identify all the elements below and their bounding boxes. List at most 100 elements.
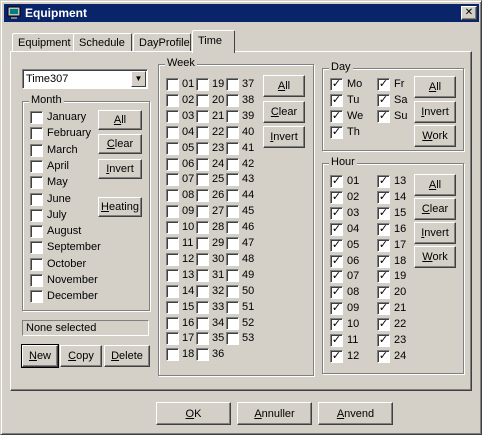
week-checkbox-40[interactable] (226, 125, 239, 139)
month-checkbox-october[interactable] (30, 257, 43, 271)
week-checkbox-17[interactable] (166, 332, 179, 346)
week-checkbox-34[interactable] (196, 316, 209, 330)
week-checkbox-48[interactable] (226, 252, 239, 266)
hour-checkbox-20[interactable]: ✓ (377, 286, 390, 300)
week-checkbox-22[interactable] (196, 125, 209, 139)
week-checkbox-38[interactable] (226, 93, 239, 107)
month-checkbox-august[interactable] (30, 225, 43, 239)
week-checkbox-13[interactable] (166, 268, 179, 282)
day-all-button[interactable]: All (414, 76, 456, 98)
week-checkbox-18[interactable] (166, 348, 179, 362)
week-checkbox-08[interactable] (166, 189, 179, 203)
hour-checkbox-08[interactable]: ✓ (330, 286, 343, 300)
hour-checkbox-07[interactable]: ✓ (330, 270, 343, 284)
tab-dayprofile[interactable]: DayProfile (133, 33, 191, 53)
week-checkbox-02[interactable] (166, 93, 179, 107)
day-checkbox-th[interactable]: ✓ (330, 126, 343, 139)
hour-checkbox-17[interactable]: ✓ (377, 238, 390, 252)
week-checkbox-28[interactable] (196, 221, 209, 235)
week-checkbox-46[interactable] (226, 221, 239, 235)
week-checkbox-53[interactable] (226, 332, 239, 346)
week-checkbox-51[interactable] (226, 300, 239, 314)
tab-schedule[interactable]: Schedule (73, 33, 132, 53)
month-checkbox-january[interactable] (30, 111, 43, 124)
tab-equipment[interactable]: Equipment (12, 33, 75, 53)
month-checkbox-april[interactable] (30, 159, 43, 173)
week-checkbox-50[interactable] (226, 284, 239, 298)
week-checkbox-11[interactable] (166, 237, 179, 250)
hour-checkbox-05[interactable]: ✓ (330, 238, 343, 252)
week-checkbox-16[interactable] (166, 316, 179, 330)
ok-button[interactable]: OK (156, 402, 231, 425)
day-checkbox-su[interactable]: ✓ (377, 110, 390, 123)
hour-checkbox-02[interactable]: ✓ (330, 190, 343, 204)
month-clear-button[interactable]: Clear (98, 134, 142, 154)
week-checkbox-33[interactable] (196, 300, 209, 314)
hour-checkbox-18[interactable]: ✓ (377, 254, 390, 268)
day-checkbox-tu[interactable]: ✓ (330, 94, 343, 107)
hour-checkbox-01[interactable]: ✓ (330, 175, 343, 188)
week-checkbox-26[interactable] (196, 189, 209, 203)
month-checkbox-december[interactable] (30, 290, 43, 304)
week-checkbox-06[interactable] (166, 157, 179, 171)
week-checkbox-20[interactable] (196, 93, 209, 107)
week-checkbox-41[interactable] (226, 141, 239, 155)
day-checkbox-mo[interactable]: ✓ (330, 78, 343, 91)
month-all-button[interactable]: All (98, 110, 142, 130)
month-heating-button[interactable]: Heating (98, 197, 142, 217)
hour-all-button[interactable]: All (414, 174, 456, 196)
time-select[interactable]: Time307 ▼ (22, 69, 148, 89)
cancel-button[interactable]: Annuller (237, 402, 312, 425)
hour-checkbox-13[interactable]: ✓ (377, 175, 390, 188)
week-checkbox-15[interactable] (166, 300, 179, 314)
week-checkbox-27[interactable] (196, 205, 209, 219)
hour-work-button[interactable]: Work (414, 246, 456, 268)
week-invert-button[interactable]: Invert (263, 126, 305, 148)
month-checkbox-november[interactable] (30, 274, 43, 287)
day-checkbox-fr[interactable]: ✓ (377, 78, 390, 91)
hour-checkbox-16[interactable]: ✓ (377, 222, 390, 236)
week-checkbox-52[interactable] (226, 316, 239, 330)
day-work-button[interactable]: Work (414, 125, 456, 147)
hour-checkbox-10[interactable]: ✓ (330, 318, 343, 332)
month-checkbox-march[interactable] (30, 143, 43, 157)
week-checkbox-21[interactable] (196, 109, 209, 123)
week-checkbox-30[interactable] (196, 252, 209, 266)
week-checkbox-09[interactable] (166, 205, 179, 219)
week-checkbox-44[interactable] (226, 189, 239, 203)
week-checkbox-32[interactable] (196, 284, 209, 298)
day-checkbox-sa[interactable]: ✓ (377, 94, 390, 107)
hour-checkbox-21[interactable]: ✓ (377, 302, 390, 316)
copy-button[interactable]: Copy (60, 345, 102, 367)
hour-checkbox-24[interactable]: ✓ (377, 349, 390, 363)
hour-checkbox-09[interactable]: ✓ (330, 302, 343, 316)
hour-checkbox-14[interactable]: ✓ (377, 190, 390, 204)
week-checkbox-01[interactable] (166, 78, 179, 91)
week-checkbox-45[interactable] (226, 205, 239, 219)
hour-clear-button[interactable]: Clear (414, 198, 456, 220)
week-checkbox-36[interactable] (196, 348, 209, 362)
week-checkbox-24[interactable] (196, 157, 209, 171)
title-bar[interactable]: Equipment ✕ (4, 4, 479, 22)
week-checkbox-12[interactable] (166, 252, 179, 266)
hour-checkbox-22[interactable]: ✓ (377, 318, 390, 332)
close-button[interactable]: ✕ (461, 6, 477, 20)
hour-checkbox-04[interactable]: ✓ (330, 222, 343, 236)
apply-button[interactable]: Anvend (318, 402, 393, 425)
week-checkbox-23[interactable] (196, 141, 209, 155)
week-checkbox-10[interactable] (166, 221, 179, 235)
week-checkbox-31[interactable] (196, 268, 209, 282)
day-invert-button[interactable]: Invert (414, 101, 456, 123)
tab-time[interactable]: Time (192, 30, 235, 53)
week-checkbox-49[interactable] (226, 268, 239, 282)
chevron-down-icon[interactable]: ▼ (131, 71, 146, 87)
month-checkbox-july[interactable] (30, 208, 43, 222)
month-checkbox-september[interactable] (30, 241, 43, 255)
month-checkbox-february[interactable] (30, 127, 43, 141)
hour-checkbox-23[interactable]: ✓ (377, 334, 390, 347)
hour-checkbox-06[interactable]: ✓ (330, 254, 343, 268)
week-checkbox-39[interactable] (226, 109, 239, 123)
hour-checkbox-12[interactable]: ✓ (330, 349, 343, 363)
week-checkbox-47[interactable] (226, 237, 239, 250)
hour-checkbox-11[interactable]: ✓ (330, 334, 343, 347)
